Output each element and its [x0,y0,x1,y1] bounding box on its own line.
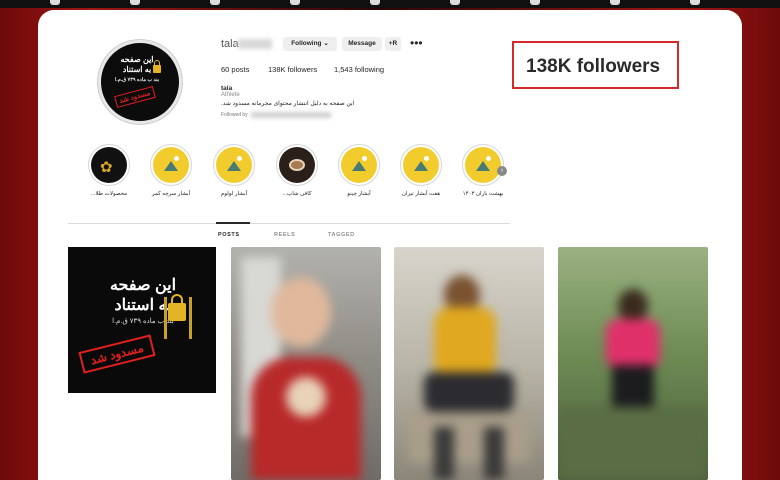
mountain-icon [164,161,178,171]
top-strip [0,0,780,8]
lock-icon [168,294,186,321]
tab-active-indicator [216,222,250,224]
followers-count[interactable]: 138K followers [268,65,317,74]
post-photo[interactable] [394,247,544,480]
story-highlight[interactable]: آبشار سرچه کمر [148,144,194,197]
highlight-followers-text: 138K followers [526,56,661,77]
more-options-icon[interactable]: ••• [410,36,423,50]
chevron-right-icon[interactable]: › [497,166,507,176]
profile-category: Athlete [221,92,240,98]
post-blocked-notice[interactable]: این صفحه به استناد بند ب ماده ۷۳۹ ق.م.ا … [68,247,216,393]
coffee-cup-icon [289,159,305,171]
username: tala [221,38,239,50]
story-label: کافی شاپ... [282,191,312,197]
following-count[interactable]: 1,543 following [334,65,384,74]
story-highlight[interactable]: ✿ محصولات طلا... [86,144,132,197]
story-label: آبشار چینو [347,191,371,197]
post-blocked-line1: این صفحه [109,277,177,294]
story-highlight[interactable]: هفت آبشار تیران [398,144,444,197]
profile-card: این صفحه به استناد بند ب ماده ۷۳۹ ق.م.ا … [38,10,742,480]
story-label: بهشت باران ۱۴۰۳ [462,191,504,197]
mountain-icon [227,161,241,171]
avatar-line3: بند ب ماده ۷۳۹ ق.م.ا [114,77,160,83]
tab-reels[interactable]: REELS [274,232,295,238]
tab-posts[interactable]: POSTS [218,232,240,238]
story-label: آبشار سرچه کمر [151,191,191,197]
story-highlight[interactable]: آبشار لولوم [211,144,257,197]
story-highlight[interactable]: آبشار چینو [336,144,382,197]
avatar-stamp: مسدود شد [114,86,156,108]
tab-divider [68,223,510,224]
mountain-icon [352,161,366,171]
profile-avatar[interactable]: این صفحه به استناد بند ب ماده ۷۳۹ ق.م.ا … [98,40,182,124]
username-redaction [238,39,272,49]
story-label: آبشار لولوم [220,191,248,197]
tab-tagged[interactable]: TAGGED [328,232,355,238]
message-button[interactable]: Message [342,37,382,51]
lotus-logo-icon: ✿ [100,159,113,176]
story-highlight[interactable]: کافی شاپ... [274,144,320,197]
followed-by-text: Followed by [221,112,248,118]
post-blocked-stamp: مسدود شد [78,334,156,374]
profile-bio: این صفحه به دلیل انتشار محتوای مجرمانه م… [221,101,355,107]
post-photo[interactable] [231,247,381,480]
profile-name: tala [221,85,233,92]
posts-count: 60 posts [221,65,250,74]
mountain-icon [414,161,428,171]
story-label: هفت آبشار تیران [401,191,441,197]
following-button[interactable]: Following ⌄ [283,37,337,51]
post-photo[interactable] [558,247,708,480]
story-label: محصولات طلا... [90,191,128,197]
followed-by-redaction [251,112,331,118]
suggest-user-button[interactable]: +R [385,37,401,51]
mountain-icon [476,161,490,171]
lock-icon [153,60,161,73]
